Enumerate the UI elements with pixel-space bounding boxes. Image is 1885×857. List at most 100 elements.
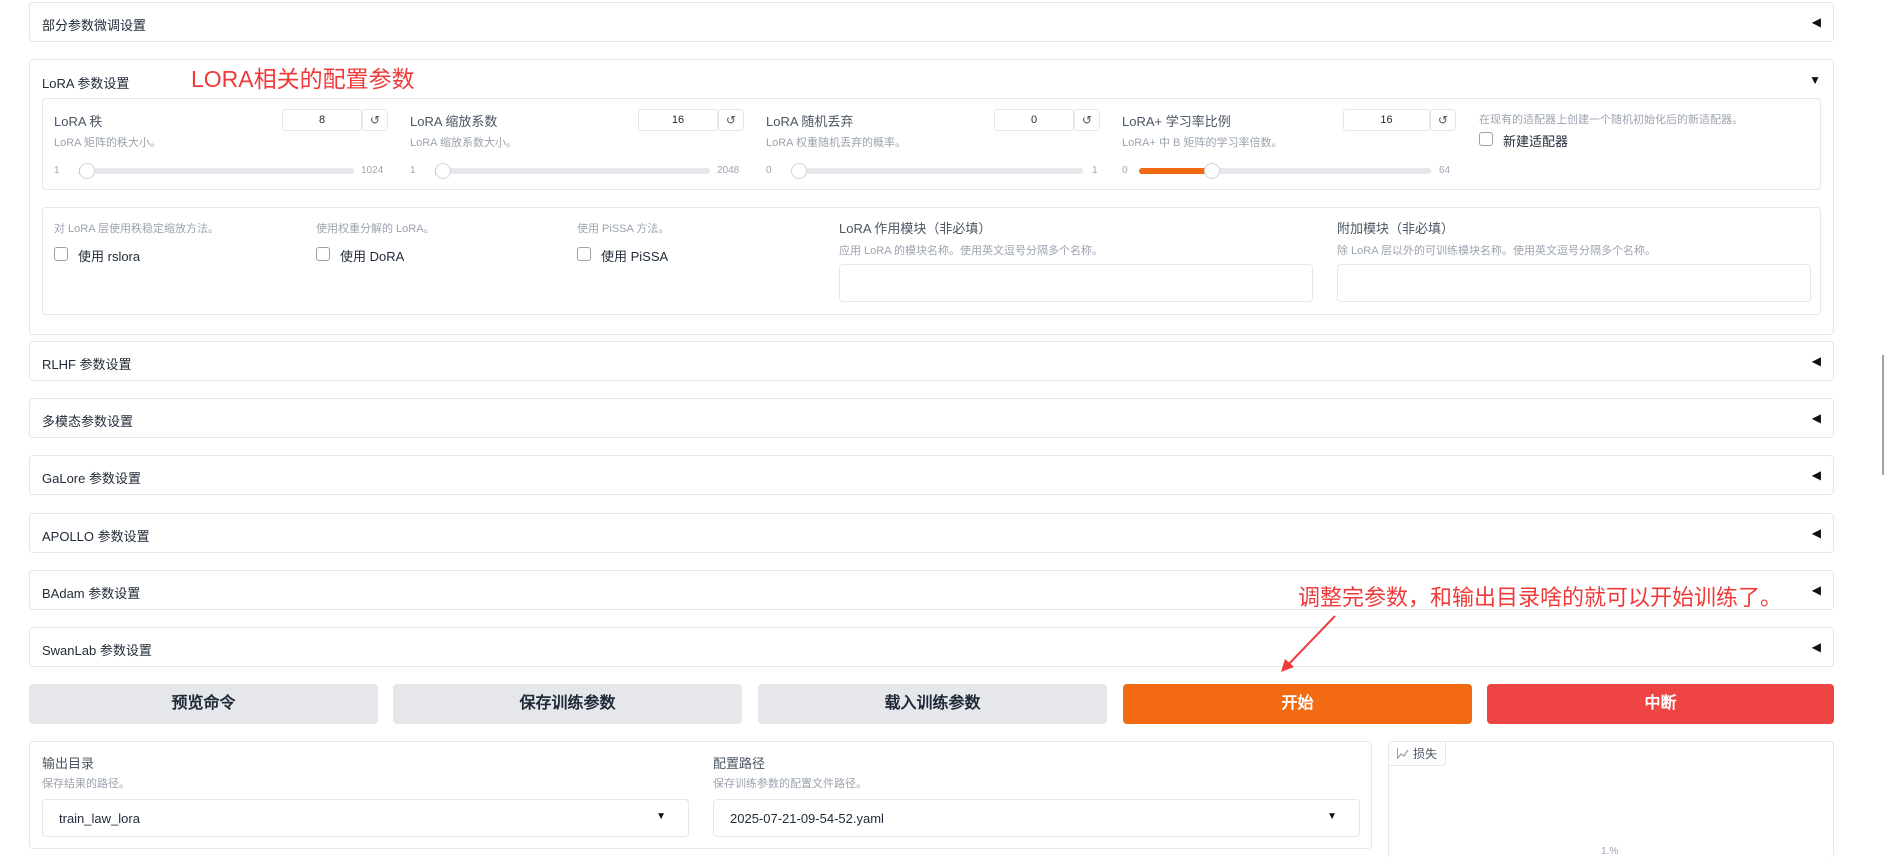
lora-target-info: 应用 LoRA 的模块名称。使用英文逗号分隔多个名称。 <box>839 245 1104 257</box>
rslora-info: 对 LoRA 层使用秩稳定缩放方法。 <box>54 223 220 235</box>
load-args-button[interactable]: 载入训练参数 <box>758 684 1107 724</box>
slider-min: 0 <box>766 165 772 176</box>
slider-max: 64 <box>1439 165 1451 176</box>
dora-info: 使用权重分解的 LoRA。 <box>316 223 435 235</box>
pissa-checkbox[interactable] <box>577 247 591 261</box>
chevron-down-icon[interactable]: ▼ <box>656 811 666 822</box>
create-new-adapter-info: 在现有的适配器上创建一个随机初始化后的新适配器。 <box>1479 114 1743 126</box>
dora-label[interactable]: 使用 DoRA <box>340 246 404 265</box>
annotation-start-note: 调整完参数，和输出目录啥的就可以开始训练了。 <box>1298 585 1783 610</box>
config-path-dropdown[interactable]: 2025-07-21-09-54-52.yaml ▼ <box>713 799 1360 837</box>
save-args-button[interactable]: 保存训练参数 <box>393 684 742 724</box>
lora-dropout-input[interactable]: 0 <box>994 109 1074 131</box>
loss-plot-label: 损失 <box>1413 747 1438 761</box>
reset-icon[interactable]: ↺ <box>718 109 744 131</box>
collapse-arrow-icon[interactable]: ◀ <box>1812 640 1821 654</box>
accordion-rlhf[interactable]: RLHF 参数设置 ◀ <box>29 341 1834 381</box>
slider-max: 1024 <box>361 165 384 176</box>
start-button[interactable]: 开始 <box>1123 684 1472 724</box>
reset-icon[interactable]: ↺ <box>1430 109 1456 131</box>
slider-thumb[interactable] <box>791 163 807 179</box>
accordion-title[interactable]: LoRA 参数设置 <box>42 73 129 92</box>
slider-info: LoRA 矩阵的秩大小。 <box>54 137 161 149</box>
slider-track[interactable] <box>791 163 1083 179</box>
output-dir-info: 保存结果的路径。 <box>42 778 130 790</box>
slider-label: LoRA 秩 <box>54 114 103 129</box>
dora-checkbox[interactable] <box>316 247 330 261</box>
collapse-arrow-icon[interactable]: ◀ <box>1812 354 1821 368</box>
accordion-apollo[interactable]: APOLLO 参数设置 ◀ <box>29 513 1834 553</box>
pissa-info: 使用 PiSSA 方法。 <box>577 223 670 235</box>
loss-plot-panel: 损失 1.% <box>1388 741 1834 857</box>
loraplus-ratio-input[interactable]: 16 <box>1343 109 1430 131</box>
additional-target-info: 除 LoRA 层以外的可训练模块名称。使用英文逗号分隔多个名称。 <box>1337 245 1657 257</box>
additional-target-input[interactable] <box>1337 264 1811 302</box>
lora-target-label: LoRA 作用模块（非必填） <box>839 221 992 236</box>
slider-fill <box>1139 168 1212 174</box>
collapse-arrow-icon[interactable]: ◀ <box>1812 526 1821 540</box>
slider-track[interactable] <box>435 163 710 179</box>
collapse-arrow-icon[interactable]: ◀ <box>1812 411 1821 425</box>
accordion-title: 部分参数微调设置 <box>42 18 147 33</box>
accordion-title: APOLLO 参数设置 <box>42 529 150 544</box>
accordion-title: GaLore 参数设置 <box>42 471 141 486</box>
accordion-lora: LoRA 参数设置 ▼ LORA相关的配置参数 LoRA 秩 LoRA 矩阵的秩… <box>29 59 1834 335</box>
slider-max: 2048 <box>717 165 740 176</box>
accordion-title: BAdam 参数设置 <box>42 586 141 601</box>
output-settings-group: 输出目录 保存结果的路径。 train_law_lora ▼ 配置路径 保存训练… <box>29 741 1372 849</box>
accordion-title: RLHF 参数设置 <box>42 357 132 372</box>
loss-plot-axis-text: 1.% <box>1601 846 1619 857</box>
rslora-label[interactable]: 使用 rslora <box>78 246 140 265</box>
collapse-arrow-icon[interactable]: ◀ <box>1812 468 1821 482</box>
slider-thumb[interactable] <box>1204 163 1220 179</box>
expand-arrow-icon[interactable]: ▼ <box>1809 73 1821 87</box>
slider-min: 1 <box>54 165 60 176</box>
lora-options-group: 对 LoRA 层使用秩稳定缩放方法。 使用 rslora 使用权重分解的 LoR… <box>42 207 1821 315</box>
slider-min: 1 <box>410 165 416 176</box>
additional-target-label: 附加模块（非必填） <box>1337 221 1455 236</box>
slider-max: 1 <box>1092 165 1098 176</box>
reset-icon[interactable]: ↺ <box>362 109 388 131</box>
slider-track[interactable] <box>1139 163 1431 179</box>
slider-thumb[interactable] <box>435 163 451 179</box>
reset-icon[interactable]: ↺ <box>1074 109 1100 131</box>
output-dir-dropdown[interactable]: train_law_lora ▼ <box>42 799 689 837</box>
accordion-galore[interactable]: GaLore 参数设置 ◀ <box>29 455 1834 495</box>
slider-min: 0 <box>1122 165 1128 176</box>
slider-info: LoRA 权重随机丢弃的概率。 <box>766 137 906 149</box>
annotation-lora-note: LORA相关的配置参数 <box>191 66 415 92</box>
output-dir-label: 输出目录 <box>42 756 95 771</box>
create-new-adapter-label[interactable]: 新建适配器 <box>1503 131 1568 150</box>
config-path-value: 2025-07-21-09-54-52.yaml <box>730 811 884 826</box>
lora-target-input[interactable] <box>839 264 1313 302</box>
slider-info: LoRA 缩放系数大小。 <box>410 137 517 149</box>
accordion-title: SwanLab 参数设置 <box>42 643 152 658</box>
chart-icon <box>1397 748 1409 759</box>
lora-rank-input[interactable]: 8 <box>282 109 362 131</box>
annotation-arrow-icon <box>1281 615 1336 672</box>
page-scrollbar[interactable] <box>1882 355 1884 475</box>
pissa-label[interactable]: 使用 PiSSA <box>601 246 668 265</box>
config-path-info: 保存训练参数的配置文件路径。 <box>713 778 867 790</box>
accordion-multimodal[interactable]: 多模态参数设置 ◀ <box>29 398 1834 438</box>
slider-thumb[interactable] <box>79 163 95 179</box>
lora-slider-group: LoRA 秩 LoRA 矩阵的秩大小。 8 ↺ 1 1024 LoRA 缩放系数… <box>42 98 1821 190</box>
collapse-arrow-icon[interactable]: ◀ <box>1812 15 1821 29</box>
slider-label: LoRA+ 学习率比例 <box>1122 114 1231 129</box>
rslora-checkbox[interactable] <box>54 247 68 261</box>
config-path-label: 配置路径 <box>713 756 766 771</box>
accordion-swanlab[interactable]: SwanLab 参数设置 ◀ <box>29 627 1834 667</box>
accordion-title: 多模态参数设置 <box>42 414 134 429</box>
loss-plot-tab: 损失 <box>1389 742 1447 766</box>
chevron-down-icon[interactable]: ▼ <box>1327 811 1337 822</box>
lora-alpha-input[interactable]: 16 <box>638 109 718 131</box>
accordion-partial-tuning[interactable]: 部分参数微调设置 ◀ <box>29 2 1834 42</box>
collapse-arrow-icon[interactable]: ◀ <box>1812 583 1821 597</box>
slider-info: LoRA+ 中 B 矩阵的学习率倍数。 <box>1122 137 1283 149</box>
preview-command-button[interactable]: 预览命令 <box>29 684 378 724</box>
slider-label: LoRA 缩放系数 <box>410 114 498 129</box>
create-new-adapter-checkbox[interactable] <box>1479 132 1493 146</box>
slider-label: LoRA 随机丢弃 <box>766 114 854 129</box>
abort-button[interactable]: 中断 <box>1487 684 1834 724</box>
slider-track[interactable] <box>79 163 354 179</box>
